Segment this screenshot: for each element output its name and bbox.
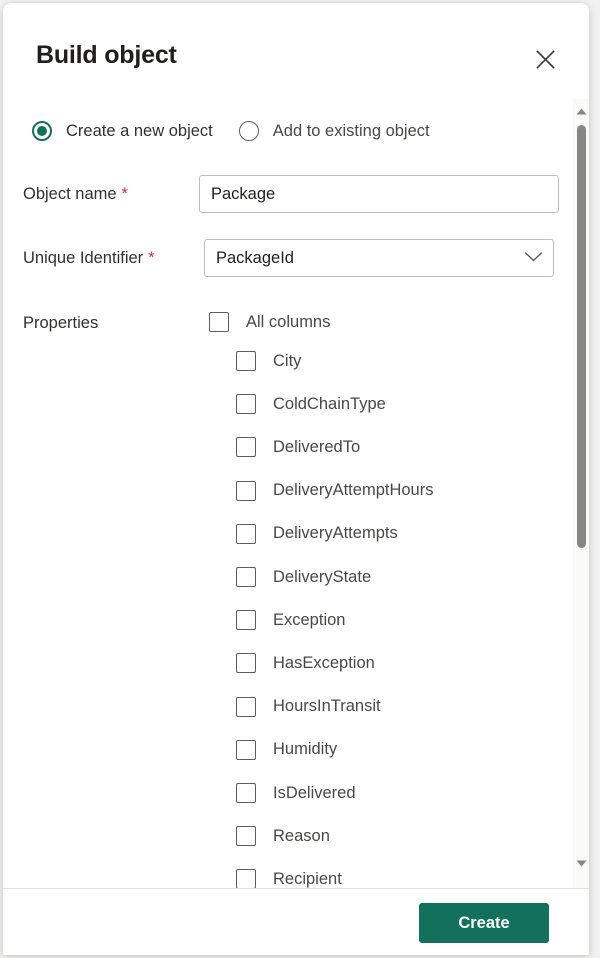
checkbox-property-box <box>236 783 256 803</box>
scrollbar-thumb[interactable] <box>577 125 586 548</box>
checkbox-all-columns[interactable]: All columns <box>209 312 330 332</box>
checkbox-property-box <box>236 826 256 847</box>
checkbox-property-box <box>236 351 256 371</box>
unique-identifier-label: Unique Identifier * <box>23 249 155 268</box>
unique-identifier-dropdown[interactable]: PackageId <box>204 239 554 277</box>
checkbox-property-box <box>236 869 256 889</box>
radio-label-create-new: Create a new object <box>66 121 213 140</box>
caret-down-icon <box>576 854 587 872</box>
checkbox-property-box <box>236 653 256 674</box>
checkbox-property-box <box>236 739 256 760</box>
page-title: Build object <box>36 41 177 69</box>
checkbox-property-row[interactable]: Reason <box>236 822 330 850</box>
object-name-label: Object name * <box>23 185 128 204</box>
checkbox-property-row[interactable]: City <box>236 347 301 375</box>
checkbox-property-row[interactable]: HoursInTransit <box>236 693 381 721</box>
properties-label: Properties <box>23 314 99 332</box>
checkbox-property-label: DeliveryAttemptHours <box>273 481 434 500</box>
checkbox-property-label: HasException <box>273 653 375 672</box>
properties-scrollbar[interactable] <box>573 99 589 889</box>
checkbox-property-box <box>236 394 256 415</box>
object-name-label-text: Object name <box>23 185 117 203</box>
object-mode-radio-group: Create a new object Add to existing obje… <box>3 113 430 149</box>
checkbox-all-columns-box <box>209 312 229 332</box>
radio-indicator-selected <box>32 121 52 141</box>
checkbox-property-label: Exception <box>273 610 346 629</box>
radio-add-to-existing-object[interactable]: Add to existing object <box>238 113 430 149</box>
checkbox-property-row[interactable]: Recipient <box>236 865 342 889</box>
scroll-up-button[interactable] <box>573 103 589 119</box>
checkbox-property-row[interactable]: DeliveryAttempts <box>236 520 398 548</box>
checkbox-property-label: Humidity <box>273 740 338 759</box>
checkbox-property-box <box>236 567 256 587</box>
checkbox-property-label: ColdChainType <box>273 394 386 413</box>
object-name-input[interactable] <box>199 175 559 213</box>
build-object-dialog: Build object Create a new object Add to … <box>3 3 589 955</box>
radio-label-add-existing: Add to existing object <box>272 121 430 140</box>
chevron-down-icon <box>524 249 543 267</box>
radio-create-new-object[interactable]: Create a new object <box>32 113 213 149</box>
checkbox-property-box <box>236 437 256 458</box>
checkbox-property-box <box>236 523 256 544</box>
checkbox-property-row[interactable]: Humidity <box>236 736 337 764</box>
checkbox-property-box <box>236 480 256 501</box>
checkbox-property-box <box>236 610 256 631</box>
properties-checkbox-list: City ColdChainType DeliveredTo DeliveryAtte… <box>3 347 573 889</box>
checkbox-property-row[interactable]: Exception <box>236 606 345 634</box>
caret-up-icon <box>576 102 587 120</box>
required-asterisk-object-name: * <box>121 185 128 203</box>
checkbox-property-row[interactable]: DeliveryAttemptHours <box>236 477 433 505</box>
checkbox-property-label: DeliveryAttempts <box>273 524 398 543</box>
dialog-header: Build object <box>3 3 589 99</box>
checkbox-all-columns-label: All columns <box>246 312 331 331</box>
checkbox-property-label: HoursInTransit <box>273 697 381 716</box>
checkbox-property-row[interactable]: ColdChainType <box>236 390 386 418</box>
checkbox-property-row[interactable]: DeliveryState <box>236 563 371 591</box>
scroll-down-button[interactable] <box>573 855 589 871</box>
checkbox-property-box <box>236 696 256 717</box>
close-button[interactable] <box>524 38 566 80</box>
checkbox-property-row[interactable]: DeliveredTo <box>236 433 360 461</box>
checkbox-property-label: IsDelivered <box>273 783 356 802</box>
checkbox-property-label: Recipient <box>273 869 342 888</box>
radio-indicator-unselected <box>238 121 259 141</box>
checkbox-property-label: DeliveredTo <box>273 437 361 456</box>
create-button[interactable]: Create <box>419 903 549 943</box>
required-asterisk-unique-identifier: * <box>148 249 155 267</box>
dialog-footer: Create <box>3 888 589 955</box>
checkbox-property-label: City <box>273 351 302 370</box>
unique-identifier-value: PackageId <box>216 248 294 267</box>
close-icon <box>535 49 556 70</box>
checkbox-property-label: Reason <box>273 826 330 845</box>
checkbox-property-row[interactable]: HasException <box>236 649 375 677</box>
checkbox-property-label: DeliveryState <box>273 567 372 586</box>
checkbox-property-row[interactable]: IsDelivered <box>236 779 356 807</box>
unique-identifier-label-text: Unique Identifier <box>23 249 144 267</box>
